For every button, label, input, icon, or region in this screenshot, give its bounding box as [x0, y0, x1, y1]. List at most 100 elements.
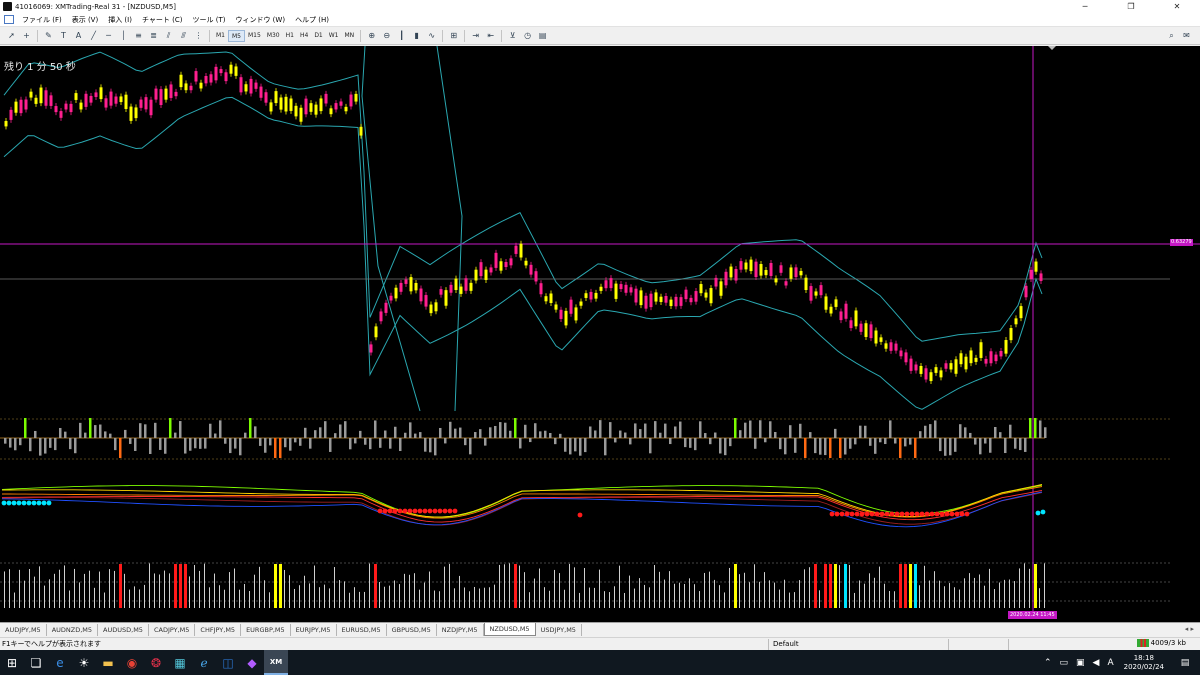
candlestick-icon[interactable]: ▮	[410, 30, 423, 42]
menu-tools[interactable]: ツール (T)	[187, 15, 230, 25]
network-icon[interactable]: ▣	[1076, 658, 1085, 668]
hist-bar	[944, 438, 947, 456]
chrome-icon[interactable]: ◉	[120, 650, 144, 675]
hist-bar	[619, 430, 622, 438]
tab-nzdjpy[interactable]: NZDJPY,M5	[437, 624, 484, 636]
hist-bar	[189, 438, 192, 451]
menu-help[interactable]: ヘルプ (H)	[290, 15, 334, 25]
chevron-up-icon[interactable]: ⌃	[1044, 658, 1052, 668]
menu-window[interactable]: ウィンドウ (W)	[230, 15, 290, 25]
menu-insert[interactable]: 挿入 (I)	[103, 15, 137, 25]
minimize-button[interactable]: ─	[1062, 0, 1108, 13]
edge-browser-icon[interactable]: e	[48, 650, 72, 675]
candle-body	[174, 91, 178, 97]
timeframe-m30[interactable]: M30	[264, 30, 283, 42]
channel-icon[interactable]: ≡	[132, 30, 145, 42]
start-windows-icon[interactable]: ⊞	[0, 650, 24, 675]
chart-area[interactable]: 残り 1 分 50 秒 0.63279 2020.02.24 11:45	[0, 46, 1200, 622]
cursor-icon[interactable]: ➚	[5, 30, 18, 42]
candle-body	[424, 295, 428, 307]
notification-icon[interactable]: ▤	[1174, 658, 1196, 668]
task-view-icon[interactable]: ❏	[24, 650, 48, 675]
timeframe-mn[interactable]: MN	[342, 30, 358, 42]
crosshair-icon[interactable]: +	[20, 30, 33, 42]
menu-charts[interactable]: チャート (C)	[137, 15, 188, 25]
tab-eurusd[interactable]: EURUSD,M5	[337, 624, 387, 636]
hist-bar	[834, 428, 837, 438]
tab-scroll-arrows[interactable]: ◂ ▸	[1185, 625, 1194, 633]
chart-window-icon[interactable]	[4, 15, 14, 24]
bar-chart-icon[interactable]: ┃	[395, 30, 408, 42]
horizontal-line-icon[interactable]: ─	[102, 30, 115, 42]
signal-dot-red	[437, 508, 443, 514]
hist-bar	[544, 430, 547, 438]
weather-sun-icon[interactable]: ☀	[72, 650, 96, 675]
volume-bar	[784, 579, 785, 608]
timeframe-h4[interactable]: H4	[297, 30, 311, 42]
text-icon[interactable]: A	[72, 30, 85, 42]
templates-icon[interactable]: ▤	[536, 30, 549, 42]
app-gallery-icon[interactable]: ▦	[168, 650, 192, 675]
volume-icon[interactable]: ◀	[1093, 658, 1100, 668]
tab-eurgbp[interactable]: EURGBP,M5	[241, 624, 291, 636]
internet-explorer-icon[interactable]: ℯ	[192, 650, 216, 675]
zoom-in-icon[interactable]: ⊕	[365, 30, 378, 42]
signal-dot-red	[829, 511, 835, 517]
file-explorer-icon[interactable]: ▬	[96, 650, 120, 675]
zoom-out-icon[interactable]: ⊖	[380, 30, 393, 42]
volume-bar	[999, 582, 1000, 608]
timeframe-h1[interactable]: H1	[283, 30, 297, 42]
tab-gbpusd[interactable]: GBPUSD,M5	[387, 624, 437, 636]
app-red-icon[interactable]: ❂	[144, 650, 168, 675]
outlook-icon[interactable]: ◫	[216, 650, 240, 675]
restore-button[interactable]: ❐	[1108, 0, 1154, 13]
trendline-icon[interactable]: ╱	[87, 30, 100, 42]
tile-windows-icon[interactable]: ⊞	[447, 30, 460, 42]
xm-terminal-icon[interactable]: XM	[264, 650, 288, 675]
hist-bar	[854, 438, 857, 445]
pitchfork-icon[interactable]: ⫻	[177, 30, 190, 42]
vertical-line-icon[interactable]: │	[117, 30, 130, 42]
tab-audusd[interactable]: AUDUSD,M5	[98, 624, 149, 636]
signal-dot-red	[909, 511, 915, 517]
chat-icon[interactable]: ✉	[1180, 30, 1193, 42]
text-label-icon[interactable]: T	[57, 30, 70, 42]
status-traffic[interactable]: 4009/3 kb	[1136, 639, 1186, 647]
objects-menu-icon[interactable]: ✎	[42, 30, 55, 42]
fibonacci-icon[interactable]: ≣	[147, 30, 160, 42]
menu-view[interactable]: 表示 (V)	[67, 15, 103, 25]
tab-eurjpy[interactable]: EURJPY,M5	[291, 624, 337, 636]
taskbar-clock[interactable]: 18:18 2020/02/24	[1124, 654, 1164, 672]
volume-bar	[49, 579, 50, 608]
timeframe-m1[interactable]: M1	[213, 30, 228, 42]
hist-bar	[84, 432, 87, 438]
app-purple-icon[interactable]: ◆	[240, 650, 264, 675]
timeframe-m15[interactable]: M15	[245, 30, 264, 42]
volume-bar	[464, 587, 465, 608]
hist-bar	[419, 432, 422, 438]
signal-dot-red	[914, 511, 920, 517]
timeframe-m5[interactable]: M5	[228, 30, 245, 42]
search-icon[interactable]: ⌕	[1165, 30, 1178, 42]
tab-usdjpy[interactable]: USDJPY,M5	[536, 624, 582, 636]
chart-canvas[interactable]	[0, 46, 1200, 622]
tab-nzdusd[interactable]: NZDUSD,M5	[483, 623, 536, 636]
battery-icon[interactable]: ▭	[1060, 658, 1069, 668]
cycle-lines-icon[interactable]: ⋮	[192, 30, 205, 42]
chart-shift-icon[interactable]: ⇤	[484, 30, 497, 42]
tab-chfjpy[interactable]: CHFJPY,M5	[195, 624, 242, 636]
autoscroll-icon[interactable]: ⇥	[469, 30, 482, 42]
line-chart-icon[interactable]: ∿	[425, 30, 438, 42]
menu-file[interactable]: ファイル (F)	[17, 15, 67, 25]
ime-indicator[interactable]: A	[1107, 658, 1113, 668]
periodicity-icon[interactable]: ◷	[521, 30, 534, 42]
candle-body	[914, 364, 918, 371]
indicators-icon[interactable]: ⊻	[506, 30, 519, 42]
tab-audjpy[interactable]: AUDJPY,M5	[0, 624, 47, 636]
gann-icon[interactable]: ⫽	[162, 30, 175, 42]
tab-cadjpy[interactable]: CADJPY,M5	[149, 624, 196, 636]
tab-audnzd[interactable]: AUDNZD,M5	[47, 624, 99, 636]
close-button[interactable]: ✕	[1154, 0, 1200, 13]
timeframe-w1[interactable]: W1	[326, 30, 342, 42]
timeframe-d1[interactable]: D1	[311, 30, 325, 42]
